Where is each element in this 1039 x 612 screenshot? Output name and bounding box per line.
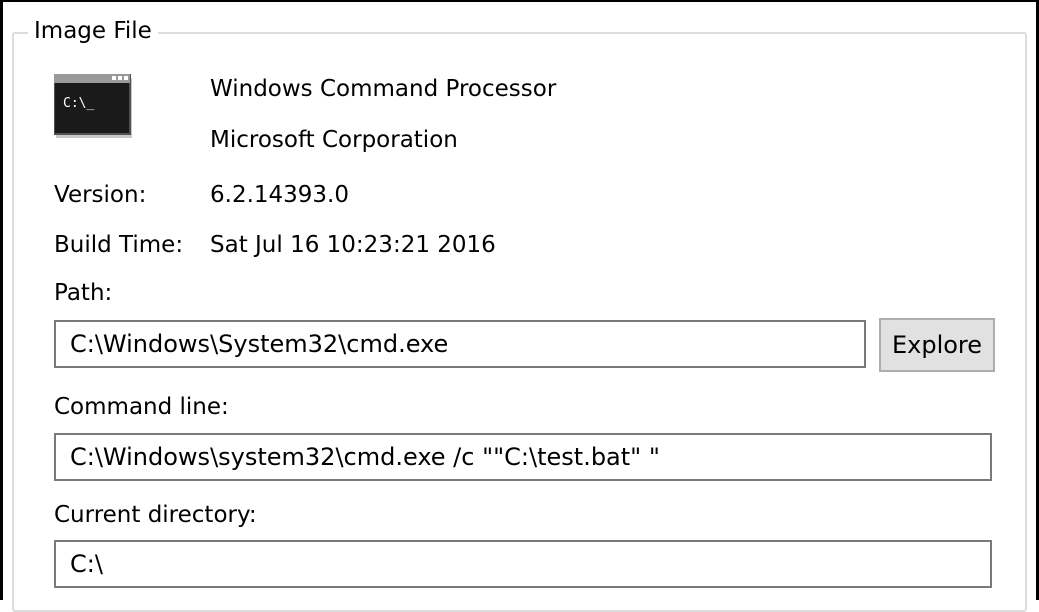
version-label: Version: [54,182,147,208]
explore-button[interactable]: Explore [879,318,995,372]
current-directory-label: Current directory: [54,502,257,528]
groupbox-title: Image File [28,16,158,46]
command-line-field[interactable]: C:\Windows\system32\cmd.exe /c ""C:\test… [54,433,992,481]
version-value: 6.2.14393.0 [210,182,349,208]
command-line-label: Command line: [54,394,229,420]
app-description: Windows Command Processor [210,76,557,102]
current-directory-field[interactable]: C:\ [54,540,992,588]
console-icon: C:\_ [53,73,136,140]
path-label: Path: [54,280,113,306]
build-time-value: Sat Jul 16 10:23:21 2016 [210,232,496,258]
app-company: Microsoft Corporation [210,127,458,153]
console-icon-text: C:\_ [63,96,94,111]
window-border-top [0,0,1039,2]
path-field[interactable]: C:\Windows\System32\cmd.exe [54,320,866,368]
window-border-left [0,0,3,600]
build-time-label: Build Time: [54,232,184,258]
